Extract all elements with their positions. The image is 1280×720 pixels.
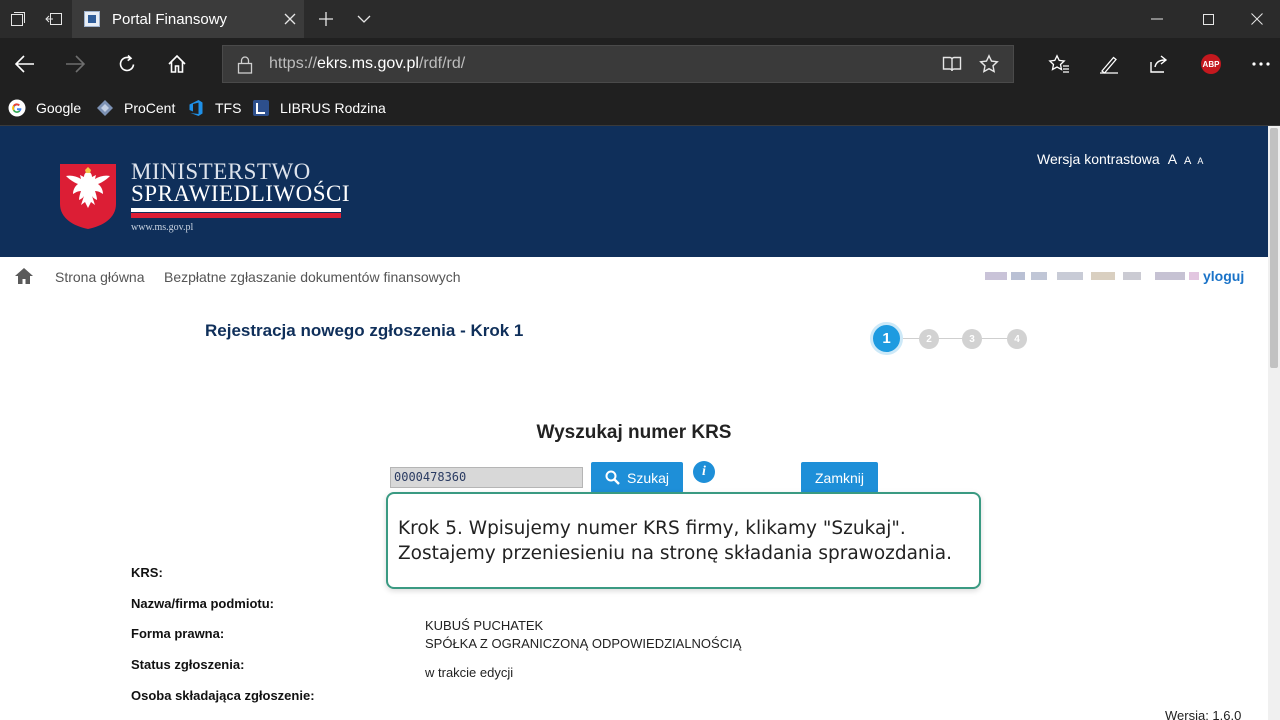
progress-stepper: 1 2 3 4 xyxy=(870,322,1040,356)
scrollbar-thumb[interactable] xyxy=(1270,128,1278,368)
set-tabs-aside-icon[interactable] xyxy=(36,0,72,38)
accessibility-controls: Wersja kontrastowa A A A xyxy=(1037,151,1203,167)
search-krs-title: Wyszukaj numer KRS xyxy=(536,422,732,443)
refresh-icon[interactable] xyxy=(102,38,152,90)
web-note-pen-icon[interactable] xyxy=(1084,38,1134,90)
logo-flag-stripes xyxy=(131,208,341,218)
logo-url: www.ms.gov.pl xyxy=(131,222,194,233)
home-icon[interactable] xyxy=(152,38,202,90)
font-size-medium-button[interactable]: A xyxy=(1184,155,1191,167)
favorites-list-icon[interactable] xyxy=(1034,38,1084,90)
label-krs: KRS: xyxy=(131,565,163,580)
more-menu-ellipsis-icon[interactable] xyxy=(1236,38,1280,90)
app-version: Wersja: 1.6.0 xyxy=(1165,708,1242,720)
breadcrumb-home-link[interactable]: Strona główna xyxy=(55,269,145,285)
search-button[interactable]: Szukaj xyxy=(591,462,683,493)
adblock-label: ABP xyxy=(1201,54,1221,74)
callout-line-1: Krok 5. Wpisujemy numer KRS firmy, klika… xyxy=(398,518,906,539)
url-path: /rdf/rd/ xyxy=(418,55,466,72)
site-header: MINISTERSTWO SPRAWIEDLIWOŚCI www.ms.gov.… xyxy=(0,126,1268,257)
back-arrow-icon[interactable] xyxy=(0,38,50,90)
reading-view-book-icon[interactable] xyxy=(934,46,970,82)
procent-icon xyxy=(96,99,114,117)
tab-title: Portal Finansowy xyxy=(112,10,228,28)
close-window-icon[interactable] xyxy=(1234,0,1280,38)
tab-preview-chevron-down-icon[interactable] xyxy=(346,0,382,38)
favorite-librus[interactable]: LIBRUS Rodzina xyxy=(252,90,386,125)
callout-line-2: Zostajemy przeniesieniu na stronę składa… xyxy=(398,543,953,564)
browser-tab-active[interactable]: Portal Finansowy xyxy=(72,0,304,38)
url-host: ekrs.ms.gov.pl xyxy=(317,55,419,72)
favorite-label: Google xyxy=(36,99,82,116)
info-icon[interactable]: i xyxy=(693,461,715,483)
maximize-window-icon[interactable] xyxy=(1185,0,1231,38)
adblock-plus-icon[interactable]: ABP xyxy=(1186,38,1236,90)
label-legal-form: Forma prawna: xyxy=(131,626,225,641)
favorite-procent[interactable]: ProCent xyxy=(96,90,175,125)
page-scrollbar[interactable] xyxy=(1268,126,1280,720)
logo-line-sprawiedliwosci: SPRAWIEDLIWOŚCI xyxy=(131,181,351,206)
value-company-name: KUBUŚ PUCHATEK xyxy=(425,618,544,633)
tab-manager-icon[interactable] xyxy=(0,0,36,38)
tfs-icon xyxy=(187,99,205,117)
step-4: 4 xyxy=(1007,329,1027,349)
label-submitter: Osoba składająca zgłoszenie: xyxy=(131,688,315,703)
favorite-google[interactable]: Google xyxy=(8,90,81,125)
value-submission-status: w trakcie edycji xyxy=(425,665,514,680)
value-legal-form: SPÓŁKA Z OGRANICZONĄ ODPOWIEDZIALNOŚCIĄ xyxy=(425,636,742,651)
search-button-label: Szukaj xyxy=(626,469,670,486)
minimize-window-icon[interactable] xyxy=(1134,0,1180,38)
stepper-line xyxy=(890,338,1020,339)
address-url: https://ekrs.ms.gov.pl/rdf/rd/ xyxy=(269,55,465,73)
close-button[interactable]: Zamknij xyxy=(801,462,878,493)
favorites-bar: Google ProCent TFS LIBRUS Rodzina xyxy=(0,90,1280,126)
step-1-active: 1 xyxy=(870,322,903,355)
tutorial-callout: Krok 5. Wpisujemy numer KRS firmy, klika… xyxy=(386,492,981,589)
favorite-label: ProCent xyxy=(124,99,176,116)
step-3: 3 xyxy=(962,329,982,349)
favorite-tfs[interactable]: TFS xyxy=(187,90,241,125)
favorite-star-icon[interactable] xyxy=(971,46,1007,82)
forward-arrow-icon[interactable] xyxy=(50,38,100,90)
home-breadcrumb-icon[interactable] xyxy=(14,267,34,285)
address-bar[interactable]: https://ekrs.ms.gov.pl/rdf/rd/ xyxy=(222,45,1014,83)
breadcrumb: Strona główna Bezpłatne zgłaszanie dokum… xyxy=(0,257,1268,295)
font-size-large-button[interactable]: A xyxy=(1168,151,1177,167)
font-size-small-button[interactable]: A xyxy=(1197,156,1203,166)
label-submission-status: Status zgłoszenia: xyxy=(131,657,245,672)
user-name-redacted xyxy=(985,266,1203,286)
logout-link[interactable]: yloguj xyxy=(1203,268,1244,284)
tab-close-icon[interactable] xyxy=(276,0,304,38)
search-icon xyxy=(605,470,620,485)
contrast-version-link[interactable]: Wersja kontrastowa xyxy=(1037,151,1160,167)
browser-tab-bar: Portal Finansowy xyxy=(0,0,1280,38)
step-2: 2 xyxy=(919,329,939,349)
lock-icon xyxy=(237,55,255,75)
new-tab-icon[interactable] xyxy=(308,0,344,38)
label-company-name: Nazwa/firma podmiotu: xyxy=(131,596,275,611)
polish-eagle-emblem-icon xyxy=(58,162,118,230)
share-icon[interactable] xyxy=(1134,38,1184,90)
librus-icon xyxy=(252,99,270,117)
portal-favicon-icon xyxy=(84,11,100,27)
breadcrumb-current[interactable]: Bezpłatne zgłaszanie dokumentów finansow… xyxy=(164,269,461,285)
favorite-label: TFS xyxy=(215,99,242,116)
browser-navigation-bar: https://ekrs.ms.gov.pl/rdf/rd/ ABP xyxy=(0,38,1280,90)
url-scheme: https:// xyxy=(269,55,318,72)
google-icon xyxy=(8,99,26,117)
favorite-label: LIBRUS Rodzina xyxy=(280,99,386,116)
krs-number-input[interactable]: 0000478360 xyxy=(390,467,583,488)
page-title: Rejestracja nowego zgłoszenia - Krok 1 xyxy=(205,321,524,340)
web-page: MINISTERSTWO SPRAWIEDLIWOŚCI www.ms.gov.… xyxy=(0,126,1268,720)
